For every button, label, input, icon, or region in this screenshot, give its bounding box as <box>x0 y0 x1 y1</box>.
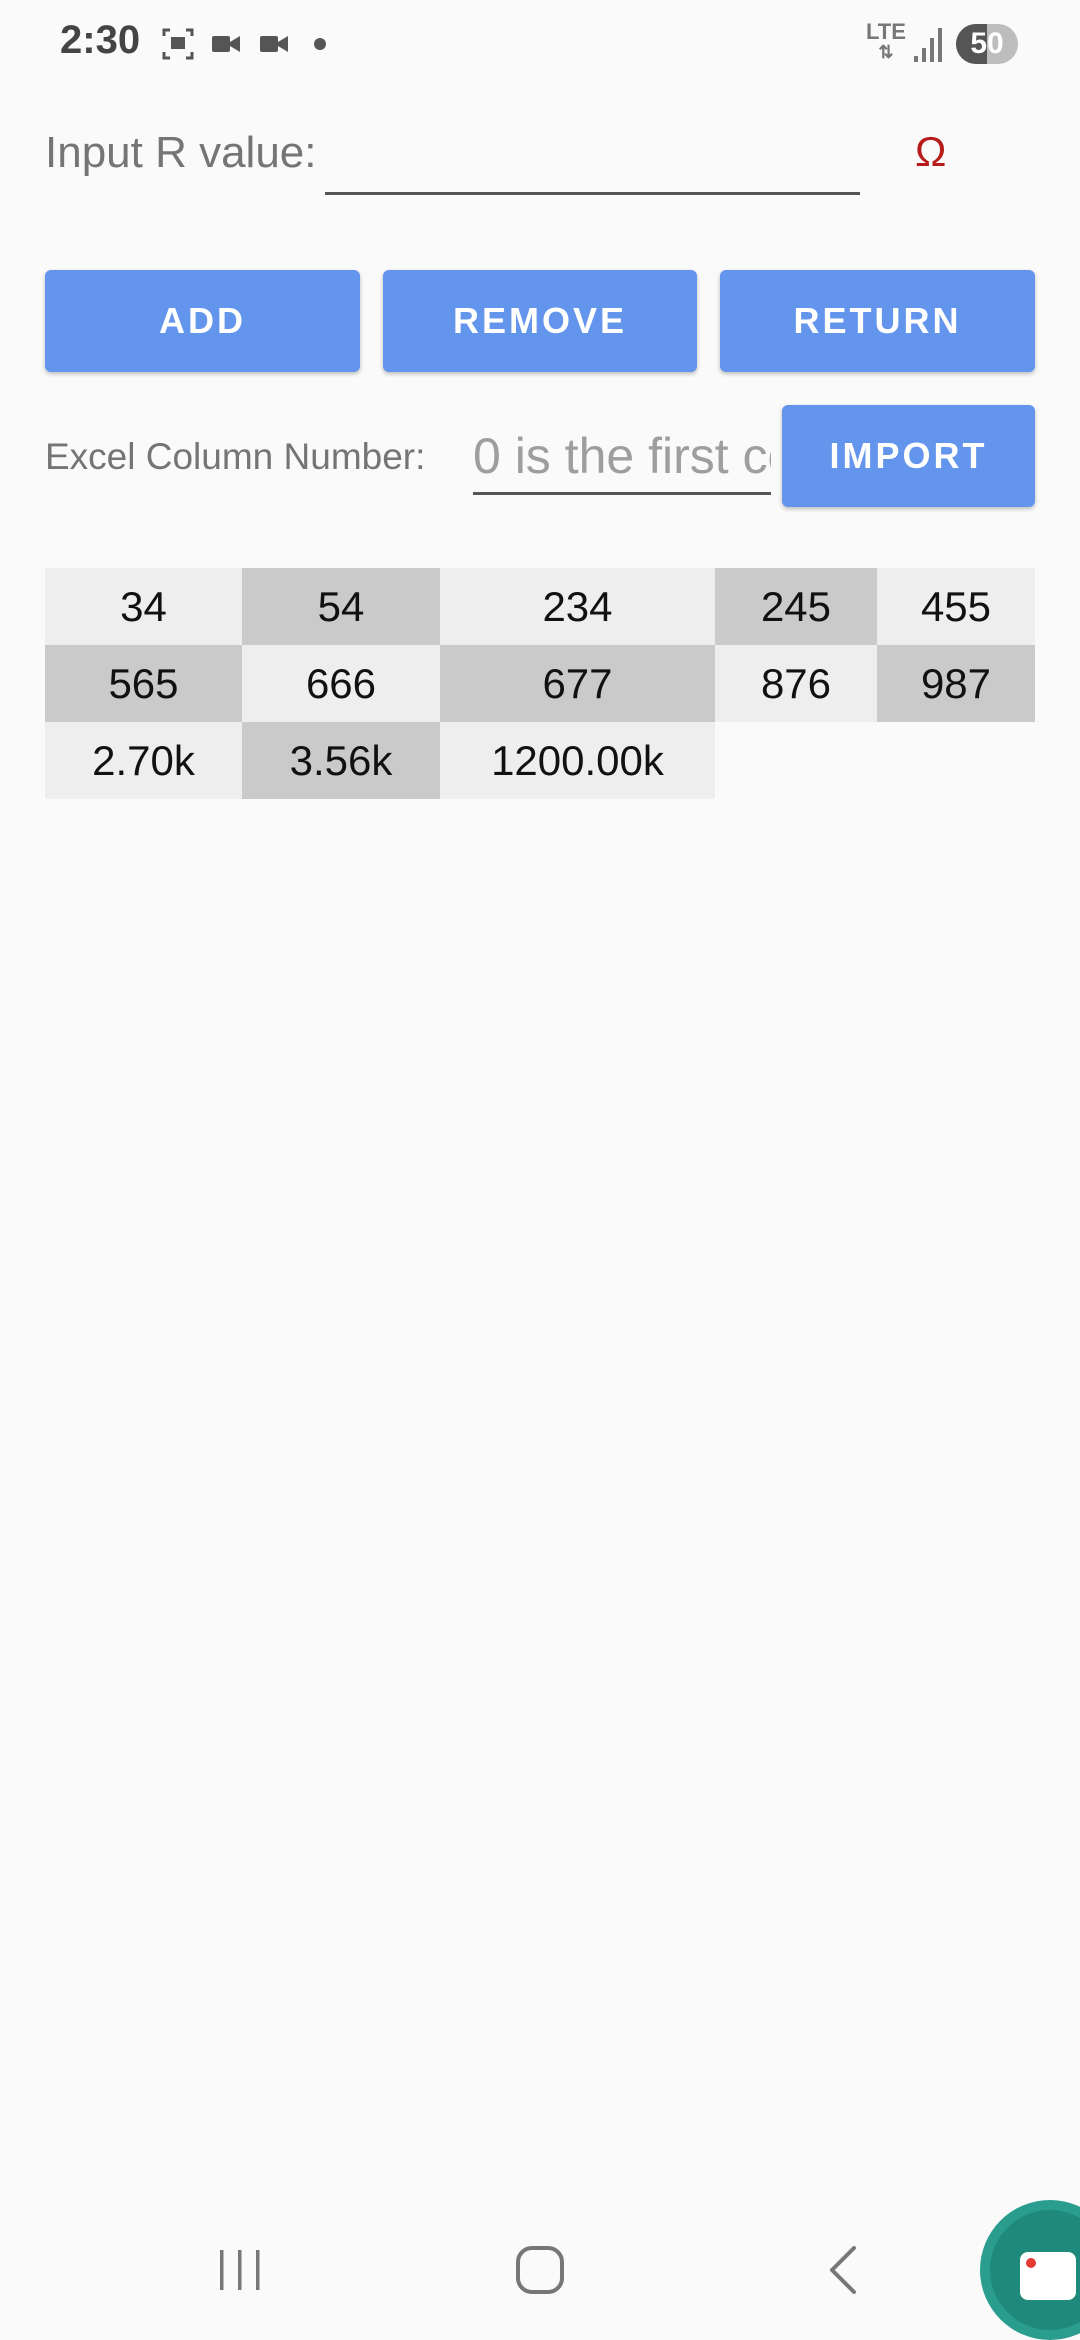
value-cell[interactable]: 876 <box>715 645 877 722</box>
return-button[interactable]: RETURN <box>720 270 1035 372</box>
screenshot-icon <box>162 28 194 60</box>
value-cell[interactable]: 34 <box>45 568 242 645</box>
home-icon[interactable] <box>512 2242 568 2298</box>
value-cell[interactable]: 1200.00k <box>440 722 715 799</box>
recent-apps-icon[interactable] <box>212 2242 268 2298</box>
navigation-bar <box>0 2200 1080 2340</box>
network-type: LTE <box>866 19 906 44</box>
import-button[interactable]: IMPORT <box>782 405 1035 507</box>
add-button[interactable]: ADD <box>45 270 360 372</box>
record-dot <box>1026 2258 1036 2268</box>
value-cell[interactable]: 234 <box>440 568 715 645</box>
value-cell[interactable]: 565 <box>45 645 242 722</box>
video-icon <box>260 36 288 52</box>
excel-column-input[interactable] <box>473 420 771 495</box>
signal-bars-icon <box>914 28 942 62</box>
value-cell[interactable]: 666 <box>242 645 440 722</box>
network-indicator: LTE ⇅ <box>866 19 906 63</box>
status-time: 2:30 <box>60 18 141 62</box>
ohm-unit: Ω <box>915 128 947 175</box>
dot-icon <box>314 38 326 50</box>
r-value-label: Input R value: <box>45 128 317 177</box>
value-cell[interactable]: 987 <box>877 645 1035 722</box>
value-cell[interactable]: 3.56k <box>242 722 440 799</box>
battery-indicator: 50 <box>956 24 1018 64</box>
recorder-camera-icon <box>1020 2252 1076 2300</box>
data-arrows-icon: ⇅ <box>878 42 894 62</box>
remove-button[interactable]: REMOVE <box>383 270 697 372</box>
value-cell[interactable]: 677 <box>440 645 715 722</box>
value-cell[interactable]: 54 <box>242 568 440 645</box>
back-icon[interactable] <box>816 2242 872 2298</box>
excel-column-label: Excel Column Number: <box>45 436 426 477</box>
r-value-input[interactable] <box>325 120 860 195</box>
status-bar: 2:30 LTE ⇅ 50 <box>0 0 1080 88</box>
value-cell[interactable]: 2.70k <box>45 722 242 799</box>
video-icon <box>212 36 240 52</box>
value-cell[interactable]: 455 <box>877 568 1035 645</box>
value-cell[interactable]: 245 <box>715 568 877 645</box>
battery-level: 50 <box>970 27 1004 60</box>
recorder-bubble-inner <box>990 2210 1080 2330</box>
